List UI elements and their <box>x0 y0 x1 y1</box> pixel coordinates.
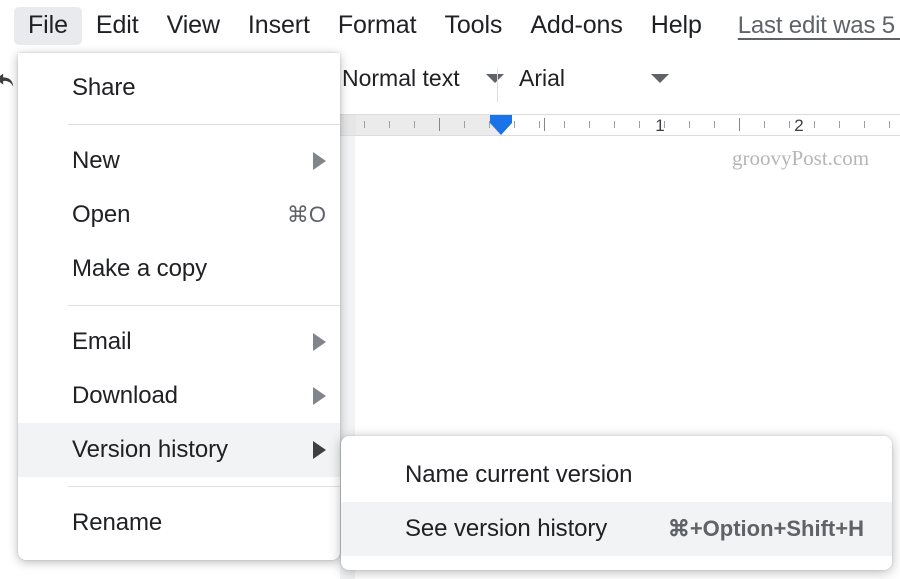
ruler-bottom-rule <box>340 135 900 136</box>
menu-item-label: New <box>72 147 120 174</box>
ruler-number-2: 2 <box>794 116 804 135</box>
menubar-item-addons[interactable]: Add-ons <box>516 7 636 46</box>
indent-bar <box>490 115 512 123</box>
submenu-arrow-icon <box>313 387 326 405</box>
menu-item-open[interactable]: Open ⌘O <box>18 188 340 242</box>
menu-item-new[interactable]: New <box>18 134 340 188</box>
menubar-item-edit[interactable]: Edit <box>82 7 153 46</box>
submenu-item-label: Name current version <box>405 461 633 488</box>
menu-item-email[interactable]: Email <box>18 315 340 369</box>
menu-item-download[interactable]: Download <box>18 369 340 423</box>
last-edit-status[interactable]: Last edit was 5 minu <box>738 12 900 40</box>
menu-item-version-history[interactable]: Version history <box>18 423 340 477</box>
menubar-item-tools[interactable]: Tools <box>430 7 516 46</box>
menu-separator <box>68 486 340 487</box>
menubar-item-file[interactable]: File <box>14 6 82 46</box>
menu-item-label: Open <box>72 201 131 228</box>
ruler-content-zone <box>500 114 900 136</box>
ruler-number-1: 1 <box>655 116 665 135</box>
menu-item-label: Share <box>72 74 136 101</box>
site-watermark: groovyPost.com <box>732 146 870 170</box>
font-family-select[interactable]: Arial <box>519 65 669 92</box>
menu-item-label: Email <box>72 328 132 355</box>
menu-item-label: Rename <box>72 509 163 536</box>
submenu-item-shortcut: ⌘+Option+Shift+H <box>667 516 864 541</box>
ruler-margin-zone <box>356 114 500 136</box>
file-menu-dropdown: Share New Open ⌘O Make a copy Email Down… <box>18 53 340 560</box>
menu-item-make-a-copy[interactable]: Make a copy <box>18 242 340 296</box>
menu-item-label: Download <box>72 382 178 409</box>
toolbar-divider <box>497 68 498 102</box>
menubar-item-format[interactable]: Format <box>324 7 431 46</box>
chevron-down-icon <box>485 74 504 83</box>
menubar-item-insert[interactable]: Insert <box>234 7 324 46</box>
font-family-value: Arial <box>519 65 566 91</box>
submenu-arrow-icon <box>313 152 326 170</box>
google-docs-window: File Edit View Insert Format Tools Add-o… <box>0 0 900 579</box>
submenu-item-label: See version history <box>405 515 608 542</box>
menu-item-rename[interactable]: Rename <box>18 496 340 550</box>
chevron-down-icon <box>651 74 669 83</box>
indent-triangle-icon <box>490 123 512 135</box>
submenu-arrow-icon <box>313 333 326 351</box>
left-indent-marker[interactable] <box>490 115 512 135</box>
paragraph-style-select[interactable]: Normal text <box>342 65 504 92</box>
menu-item-label: Make a copy <box>72 255 207 282</box>
submenu-arrow-icon <box>313 441 326 459</box>
undo-icon[interactable] <box>0 70 16 92</box>
submenu-item-name-current-version[interactable]: Name current version <box>341 448 892 502</box>
menubar-item-help[interactable]: Help <box>637 7 716 46</box>
menu-item-share[interactable]: Share <box>18 61 340 115</box>
menubar-item-view[interactable]: View <box>153 7 234 46</box>
ruler[interactable]: 1 2 <box>340 114 900 136</box>
menu-item-shortcut: ⌘O <box>286 202 326 227</box>
submenu-item-see-version-history[interactable]: See version history ⌘+Option+Shift+H <box>341 502 892 556</box>
version-history-submenu: Name current version See version history… <box>341 436 892 570</box>
ruler-left-edge <box>340 114 356 136</box>
menu-separator <box>68 124 340 125</box>
menu-separator <box>68 305 340 306</box>
menu-item-label: Version history <box>72 436 228 463</box>
ruler-top-rule <box>340 114 900 115</box>
paragraph-style-value: Normal text <box>342 65 460 91</box>
menu-bar: File Edit View Insert Format Tools Add-o… <box>0 0 900 52</box>
